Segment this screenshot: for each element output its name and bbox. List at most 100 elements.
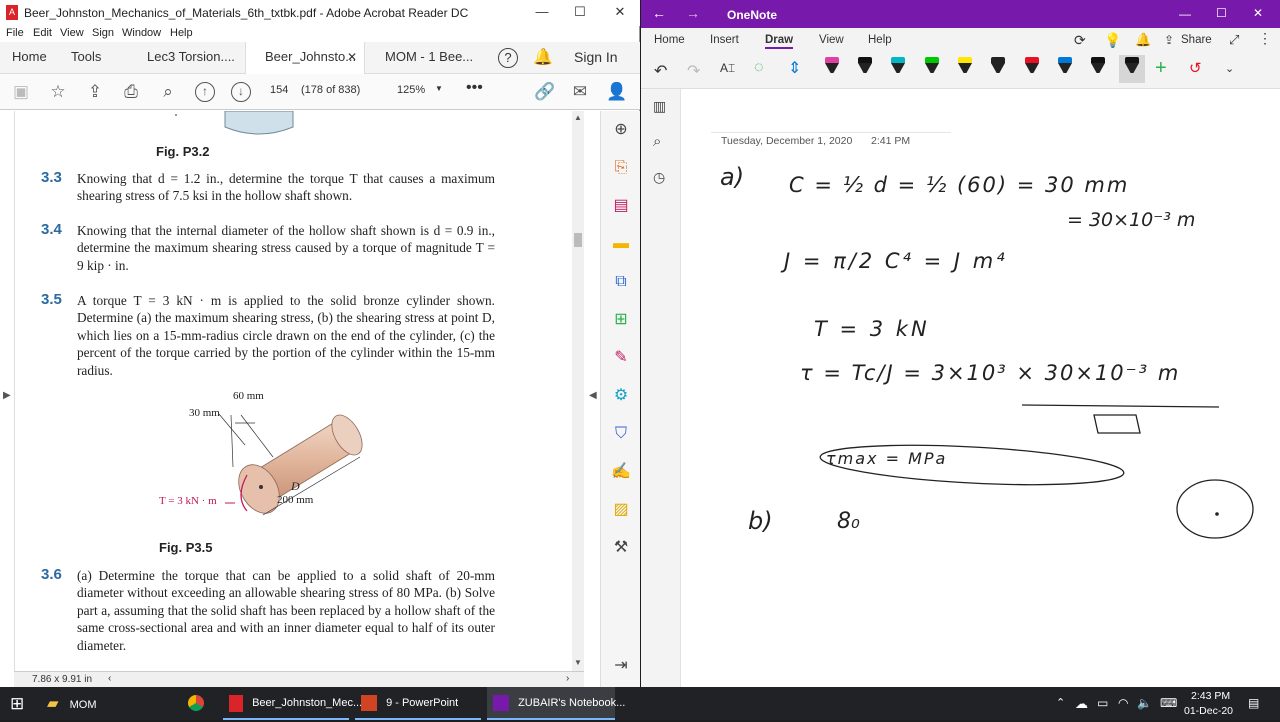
minimize-button[interactable]: —	[1179, 7, 1191, 21]
maximize-button[interactable]: ☐	[1216, 6, 1227, 20]
menu-window[interactable]: Window	[122, 27, 161, 39]
send-for-review-icon[interactable]: ⚙	[610, 385, 632, 407]
export-pdf-icon[interactable]: ⎘	[610, 157, 632, 179]
undo-icon[interactable]: ↶	[654, 61, 667, 81]
edit-pdf-icon[interactable]: ⊞	[610, 309, 632, 331]
lasso-select-icon[interactable]: ◌	[754, 59, 764, 77]
scroll-up-icon[interactable]: ▲	[574, 113, 582, 122]
menu-file[interactable]: File	[6, 27, 24, 39]
pen-tool-2[interactable]	[857, 55, 873, 83]
hscroll-left-icon[interactable]: ‹	[108, 673, 111, 684]
wifi-icon[interactable]: ◠	[1118, 687, 1128, 720]
note-canvas[interactable]: Tuesday, December 1, 2020 2:41 PM a) C =…	[682, 89, 1280, 687]
pen-tool-4[interactable]	[924, 55, 940, 83]
taskbar-item-mom[interactable]: ▰ MOM	[47, 687, 173, 720]
taskbar-item-onenote[interactable]: ZUBAIR's Notebook...	[487, 687, 625, 720]
close-tab-icon[interactable]: ✕	[347, 42, 357, 72]
tab-home[interactable]: Home	[12, 42, 47, 74]
more-options-icon[interactable]: ⋮	[1258, 30, 1272, 47]
pen-tool-6[interactable]	[990, 55, 1006, 83]
share-icon[interactable]: ⇪	[1164, 33, 1174, 47]
save-icon[interactable]: ▣	[11, 82, 31, 102]
sign-icon[interactable]: ✍	[610, 461, 632, 483]
recent-icon[interactable]: ◷	[653, 169, 665, 186]
insert-space-icon[interactable]: ⇕	[788, 58, 801, 78]
tab-home[interactable]: Home	[654, 34, 685, 46]
sign-in-button[interactable]: Sign In	[574, 42, 618, 74]
pen-tool-8[interactable]	[1057, 55, 1073, 83]
action-center-icon[interactable]: ▤	[1248, 687, 1259, 720]
tab-beer-johnston[interactable]: Beer_Johnsto... ✕	[245, 42, 365, 74]
pen-tool-9[interactable]	[1090, 55, 1106, 83]
ribbon-expand-icon[interactable]: ⌄	[1225, 62, 1234, 75]
search-icon[interactable]: ⌕	[158, 82, 178, 102]
pen-tool-1[interactable]	[824, 55, 840, 83]
taskbar-item-powerpoint[interactable]: 9 - PowerPoint	[355, 687, 481, 720]
tab-tools[interactable]: Tools	[71, 42, 101, 74]
pen-tool-7[interactable]	[1024, 55, 1040, 83]
close-button[interactable]: ✕	[1253, 6, 1263, 20]
zoom-select[interactable]: 125%	[397, 84, 425, 96]
protect-icon[interactable]: ⛉	[610, 423, 632, 445]
scroll-thumb[interactable]	[574, 233, 582, 247]
menu-sign[interactable]: Sign	[92, 27, 114, 39]
tab-view[interactable]: View	[819, 34, 844, 46]
menu-view[interactable]: View	[60, 27, 84, 39]
language-icon[interactable]: ⌨	[1160, 687, 1177, 720]
request-signatures-icon[interactable]: ▨	[610, 499, 632, 521]
tab-insert[interactable]: Insert	[710, 34, 739, 46]
taskbar-item-acrobat[interactable]: Beer_Johnston_Mec...	[223, 687, 362, 720]
add-user-icon[interactable]: 👤	[606, 82, 627, 102]
notification-bell-icon[interactable]: 🔔	[1135, 32, 1151, 48]
link-icon[interactable]: 🔗	[534, 82, 555, 102]
tray-chevron-icon[interactable]: ⌃	[1056, 687, 1065, 720]
back-arrow-icon[interactable]: ←	[652, 5, 666, 21]
maximize-button[interactable]: ☐	[570, 4, 590, 20]
page-number-input[interactable]: 154	[270, 84, 300, 96]
collapse-pane-icon[interactable]: ⇥	[610, 655, 632, 677]
chrome-icon[interactable]	[188, 687, 208, 720]
sync-icon[interactable]: ⟳	[1074, 32, 1086, 49]
lightbulb-icon[interactable]: 💡	[1104, 32, 1121, 49]
tab-mom-1[interactable]: MOM - 1 Bee...	[385, 42, 473, 74]
close-button[interactable]: ✕	[610, 4, 630, 20]
more-tools-icon[interactable]: ⚒	[610, 537, 632, 559]
battery-icon[interactable]: ▭	[1097, 687, 1108, 720]
expand-icon[interactable]: ⤢	[1229, 32, 1239, 48]
tab-lec3-torsion[interactable]: Lec3 Torsion....	[147, 42, 235, 74]
ink-to-text-icon[interactable]: A⌶	[720, 61, 735, 76]
cloud-icon[interactable]: ☁	[1075, 687, 1088, 720]
page-down-icon[interactable]: ↓	[231, 82, 251, 102]
add-pen-icon[interactable]: +	[1155, 57, 1167, 80]
clock-date[interactable]: 01-Dec-20	[1184, 705, 1233, 717]
zoom-tool-icon[interactable]: ⊕	[610, 119, 632, 141]
print-icon[interactable]: ⎙	[121, 82, 141, 102]
comment-icon[interactable]: ▬	[610, 233, 632, 255]
forward-arrow-icon[interactable]: →	[686, 5, 700, 21]
hscroll-right-icon[interactable]: ›	[566, 673, 569, 684]
pen-tool-5[interactable]	[957, 55, 973, 83]
scroll-down-icon[interactable]: ▼	[574, 658, 582, 667]
share-button[interactable]: Share	[1181, 34, 1212, 46]
tab-help[interactable]: Help	[868, 34, 892, 46]
clock-time[interactable]: 2:43 PM	[1191, 690, 1230, 702]
chevron-down-icon[interactable]: ▼	[435, 84, 443, 93]
minimize-button[interactable]: —	[532, 4, 552, 20]
combine-files-icon[interactable]: ⧉	[610, 271, 632, 293]
email-icon[interactable]: ✉	[570, 82, 590, 102]
start-button[interactable]: ⊞	[10, 687, 24, 720]
right-collapse-arrow-icon[interactable]: ◀	[589, 390, 597, 401]
notification-bell-icon[interactable]: 🔔	[533, 47, 553, 67]
menu-edit[interactable]: Edit	[33, 27, 52, 39]
more-options-icon[interactable]: •••	[466, 79, 483, 97]
pen-tool-3[interactable]	[890, 55, 906, 83]
fill-sign-icon[interactable]: ✎	[610, 347, 632, 369]
redo-icon[interactable]: ↷	[687, 61, 700, 81]
search-icon[interactable]: ⌕	[653, 133, 661, 150]
organize-pages-icon[interactable]: ▤	[610, 195, 632, 217]
volume-icon[interactable]: 🔈	[1137, 687, 1152, 720]
upload-icon[interactable]: ⇪	[85, 82, 105, 102]
help-icon[interactable]: ?	[498, 48, 518, 68]
page-up-icon[interactable]: ↑	[195, 82, 215, 102]
pen-tool-10[interactable]	[1119, 55, 1145, 83]
